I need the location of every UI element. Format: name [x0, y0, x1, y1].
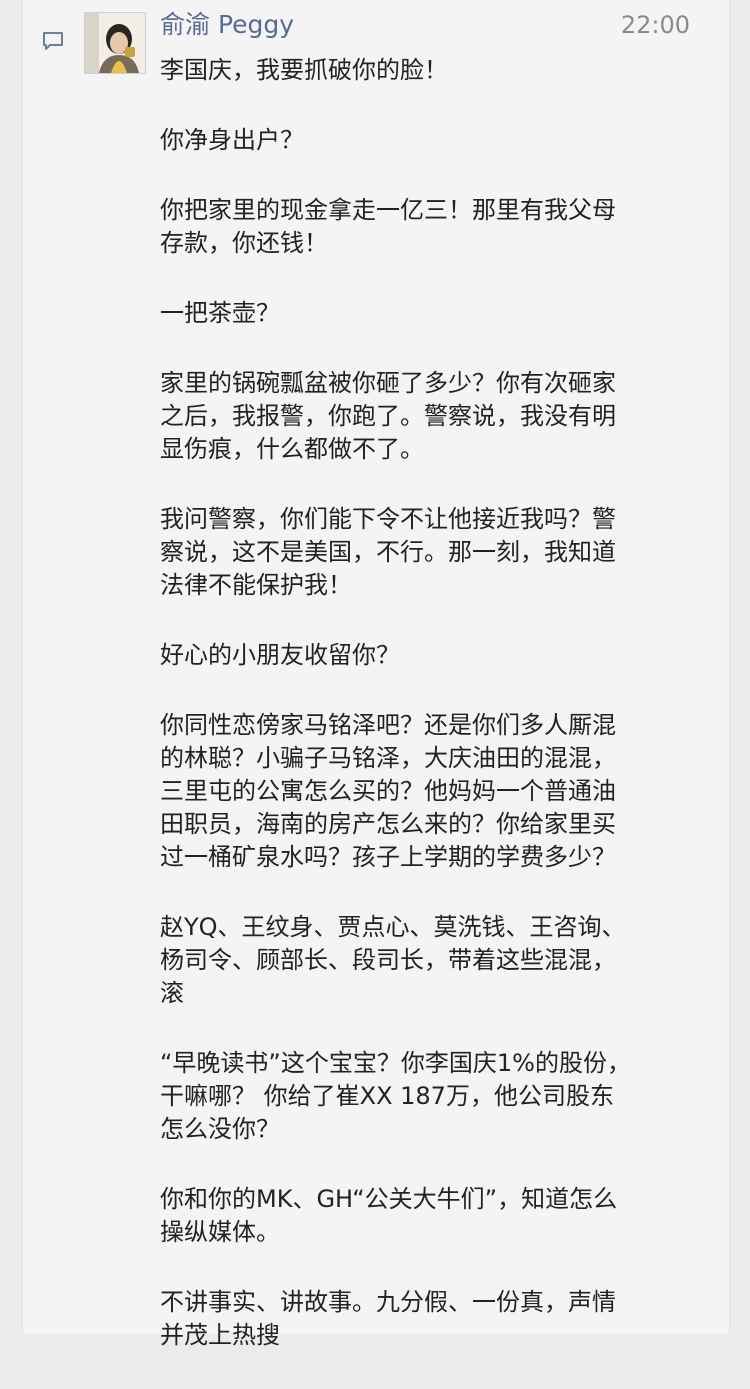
post-paragraph: 不讲事实、讲故事。九分假、一份真，声情 并茂上热搜 — [160, 1288, 616, 1349]
post-paragraph: 赵YQ、王纹身、贾点心、莫洗钱、王咨询、 杨司令、顾部长、段司长，带着这些混混，… — [160, 913, 626, 1007]
post-paragraph: 家里的锅碗瓢盆被你砸了多少？你有次砸家 之后，我报警，你跑了。警察说，我没有明 … — [160, 369, 616, 463]
post-time: 22:00 — [620, 11, 690, 39]
post-paragraph: 好心的小朋友收留你？ — [160, 641, 400, 669]
post-content: 李国庆，我要抓破你的脸！ 你净身出户？ 你把家里的现金拿走一亿三！那里有我父母 … — [160, 54, 708, 1389]
post-paragraph: 你把家里的现金拿走一亿三！那里有我父母 存款，你还钱！ — [160, 196, 616, 257]
post-paragraph: 一把茶壶？ — [160, 299, 280, 327]
post-paragraph: 李国庆，我要抓破你的脸！ — [160, 56, 448, 84]
comment-icon[interactable] — [42, 30, 64, 52]
post-paragraph: “早晚读书”这个宝宝？你李国庆1%的股份， 干嘛哪？ 你给了崔XX 187万，他… — [160, 1049, 631, 1143]
author-name-link[interactable]: 俞渝 Peggy — [160, 8, 294, 42]
post-paragraph: 你同性恋傍家马铭泽吧？还是你们多人厮混 的林聪？小骗子马铭泽，大庆油田的混混， … — [160, 711, 616, 871]
post-paragraph: 你净身出户？ — [160, 126, 304, 154]
avatar[interactable] — [84, 12, 146, 74]
post-paragraph: 你和你的MK、GH“公关大牛们”，知道怎么 操纵媒体。 — [160, 1185, 618, 1246]
post-paragraph: 我问警察，你们能下令不让他接近我吗？警 察说，这不是美国，不行。那一刻，我知道 … — [160, 505, 616, 599]
